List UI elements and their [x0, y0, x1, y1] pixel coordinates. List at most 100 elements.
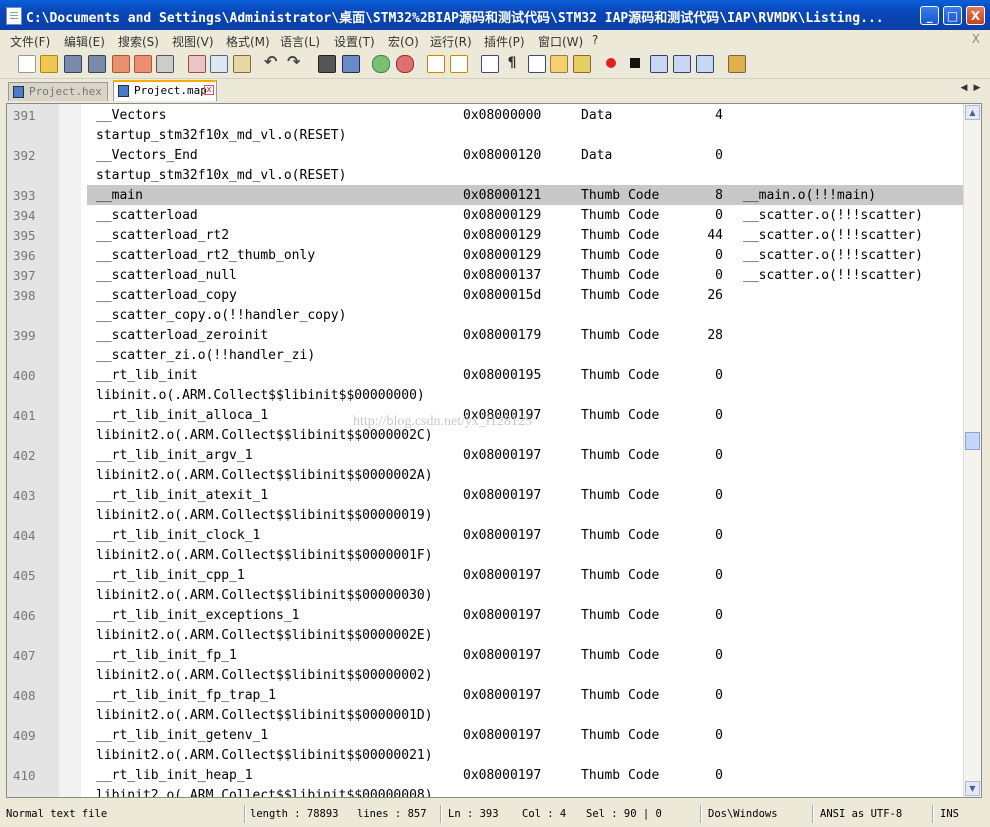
editor-line[interactable]: 409 __rt_lib_init_getenv_1 0x08000197 Thumb… — [7, 725, 965, 745]
scroll-up-icon[interactable]: ▲ — [965, 105, 980, 120]
editor-line[interactable]: 394 __scatterload 0x08000129 Thumb Code 0 __s… — [7, 205, 965, 225]
editor-line[interactable]: startup_stm32f10x_md_vl.o(RESET) — [7, 125, 965, 145]
tab-project-map[interactable]: Project.map x — [113, 80, 217, 101]
editor-line[interactable]: 405 __rt_lib_init_cpp_1 0x08000197 Thumb Co… — [7, 565, 965, 585]
editor-line[interactable]: libinit2.o(.ARM.Collect$$libinit$$000000… — [7, 505, 965, 525]
text-editor[interactable]: 391 __Vectors 0x08000000 Data 4 startup_stm32… — [6, 103, 982, 798]
maximize-button[interactable]: □ — [943, 6, 962, 25]
menu-search[interactable]: 搜索(S) — [118, 33, 159, 50]
editor-line[interactable]: 398 __scatterload_copy 0x0800015d Thumb Cod… — [7, 285, 965, 305]
indent-guide-icon[interactable] — [528, 55, 546, 73]
cut-icon[interactable] — [188, 55, 206, 73]
editor-line[interactable]: libinit.o(.ARM.Collect$$libinit$$0000000… — [7, 385, 965, 405]
scroll-thumb[interactable] — [965, 432, 980, 450]
symbol-name: libinit2.o(.ARM.Collect$$libinit$$000000… — [96, 788, 433, 798]
scroll-down-icon[interactable]: ▼ — [965, 781, 980, 796]
line-number: 401 — [13, 408, 36, 423]
editor-line[interactable]: 408 __rt_lib_init_fp_trap_1 0x08000197 Thum… — [7, 685, 965, 705]
close-all-icon[interactable] — [134, 55, 152, 73]
menu-plugins[interactable]: 插件(P) — [484, 33, 525, 50]
save-macro-icon[interactable] — [696, 55, 714, 73]
vertical-scrollbar[interactable]: ▲ ▼ — [963, 104, 981, 797]
editor-line[interactable]: 403 __rt_lib_init_atexit_1 0x08000197 Thumb… — [7, 485, 965, 505]
sync-vertical-icon[interactable] — [427, 55, 445, 73]
symbol-name: libinit2.o(.ARM.Collect$$libinit$$000000… — [96, 668, 433, 683]
open-file-icon[interactable] — [40, 55, 58, 73]
menu-settings[interactable]: 设置(T) — [334, 33, 375, 50]
find-icon[interactable] — [318, 55, 336, 73]
tab-scroll-left-icon[interactable]: ◀ — [958, 83, 970, 95]
editor-line[interactable]: 399 __scatterload_zeroinit 0x08000179 Thumb… — [7, 325, 965, 345]
save-icon[interactable] — [64, 55, 82, 73]
copy-icon[interactable] — [210, 55, 228, 73]
editor-line[interactable]: 406 __rt_lib_init_exceptions_1 0x08000197 T… — [7, 605, 965, 625]
menu-edit[interactable]: 编辑(E) — [64, 33, 105, 50]
editor-line[interactable]: libinit2.o(.ARM.Collect$$libinit$$000000… — [7, 785, 965, 798]
menu-view[interactable]: 视图(V) — [172, 33, 214, 50]
editor-line[interactable]: __scatter_zi.o(!!handler_zi) — [7, 345, 965, 365]
editor-line[interactable]: 395 __scatterload_rt2 0x08000129 Thumb Code… — [7, 225, 965, 245]
menu-window[interactable]: 窗口(W) — [538, 33, 583, 50]
symbol-size: 0 — [715, 248, 723, 263]
editor-line[interactable]: libinit2.o(.ARM.Collect$$libinit$$000000… — [7, 745, 965, 765]
save-all-icon[interactable] — [88, 55, 106, 73]
menu-close-doc-x[interactable]: X — [972, 32, 980, 46]
user-language-icon[interactable] — [550, 55, 568, 73]
replace-icon[interactable] — [342, 55, 360, 73]
close-file-icon[interactable] — [112, 55, 130, 73]
zoom-out-icon[interactable] — [396, 55, 414, 73]
editor-line[interactable]: libinit2.o(.ARM.Collect$$libinit$$000000… — [7, 545, 965, 565]
symbol-size: 0 — [715, 568, 723, 583]
editor-line[interactable]: 400 __rt_lib_init 0x08000195 Thumb Code 0 — [7, 365, 965, 385]
editor-line[interactable]: 393 __main 0x08000121 Thumb Code 8 __main.o(!… — [7, 185, 965, 205]
editor-line[interactable]: libinit2.o(.ARM.Collect$$libinit$$000000… — [7, 665, 965, 685]
redo-icon[interactable]: ↷ — [287, 54, 303, 71]
editor-line[interactable]: 402 __rt_lib_init_argv_1 0x08000197 Thumb C… — [7, 445, 965, 465]
editor-line[interactable]: libinit2.o(.ARM.Collect$$libinit$$000000… — [7, 585, 965, 605]
editor-line[interactable]: libinit2.o(.ARM.Collect$$libinit$$000000… — [7, 625, 965, 645]
file-icon — [118, 85, 129, 97]
undo-icon[interactable]: ↶ — [264, 54, 280, 71]
editor-line[interactable]: 396 __scatterload_rt2_thumb_only 0x0800012… — [7, 245, 965, 265]
zoom-in-icon[interactable] — [372, 55, 390, 73]
tab-project-hex[interactable]: Project.hex — [8, 82, 108, 101]
menu-help[interactable]: ? — [592, 33, 598, 47]
print-icon[interactable] — [156, 55, 174, 73]
document-map-icon[interactable] — [573, 55, 591, 73]
object-section: __main.o(!!!main) — [743, 188, 877, 203]
word-wrap-icon[interactable] — [481, 55, 499, 73]
sync-horizontal-icon[interactable] — [450, 55, 468, 73]
run-macro-multiple-icon[interactable] — [673, 55, 691, 73]
minimize-button[interactable]: _ — [920, 6, 939, 25]
editor-line[interactable]: 404 __rt_lib_init_clock_1 0x08000197 Thumb … — [7, 525, 965, 545]
menu-macro[interactable]: 宏(O) — [388, 33, 419, 50]
editor-line[interactable]: 410 __rt_lib_init_heap_1 0x08000197 Thumb C… — [7, 765, 965, 785]
editor-line[interactable]: 392 __Vectors_End 0x08000120 Data 0 — [7, 145, 965, 165]
menu-run[interactable]: 运行(R) — [430, 33, 472, 50]
new-file-icon[interactable] — [18, 55, 36, 73]
editor-line[interactable]: startup_stm32f10x_md_vl.o(RESET) — [7, 165, 965, 185]
launch-browser-icon[interactable] — [728, 55, 746, 73]
editor-line[interactable]: 407 __rt_lib_init_fp_1 0x08000197 Thumb Cod… — [7, 645, 965, 665]
symbol-address: 0x08000121 — [463, 188, 542, 203]
close-button[interactable]: X — [966, 6, 985, 25]
symbol-type: Data — [581, 148, 613, 163]
play-macro-icon[interactable] — [650, 55, 668, 73]
symbol-size: 4 — [715, 108, 723, 123]
menu-file[interactable]: 文件(F) — [10, 33, 50, 50]
editor-line[interactable]: libinit2.o(.ARM.Collect$$libinit$$000000… — [7, 705, 965, 725]
tab-scroll-right-icon[interactable]: ▶ — [971, 83, 983, 95]
status-lines: lines : 857 — [357, 808, 427, 820]
editor-line[interactable]: 397 __scatterload_null 0x08000137 Thumb Cod… — [7, 265, 965, 285]
notepad-app-icon[interactable] — [6, 7, 22, 25]
menu-format[interactable]: 格式(M) — [226, 33, 270, 50]
editor-line[interactable]: __scatter_copy.o(!!handler_copy) — [7, 305, 965, 325]
record-macro-icon[interactable] — [603, 55, 619, 71]
tab-close-icon[interactable]: x — [204, 85, 214, 95]
paste-icon[interactable] — [233, 55, 251, 73]
stop-macro-icon[interactable] — [627, 55, 643, 71]
editor-line[interactable]: 391 __Vectors 0x08000000 Data 4 — [7, 105, 965, 125]
editor-line[interactable]: libinit2.o(.ARM.Collect$$libinit$$000000… — [7, 465, 965, 485]
show-all-chars-icon[interactable]: ¶ — [504, 55, 520, 71]
menu-language[interactable]: 语言(L) — [280, 33, 320, 50]
